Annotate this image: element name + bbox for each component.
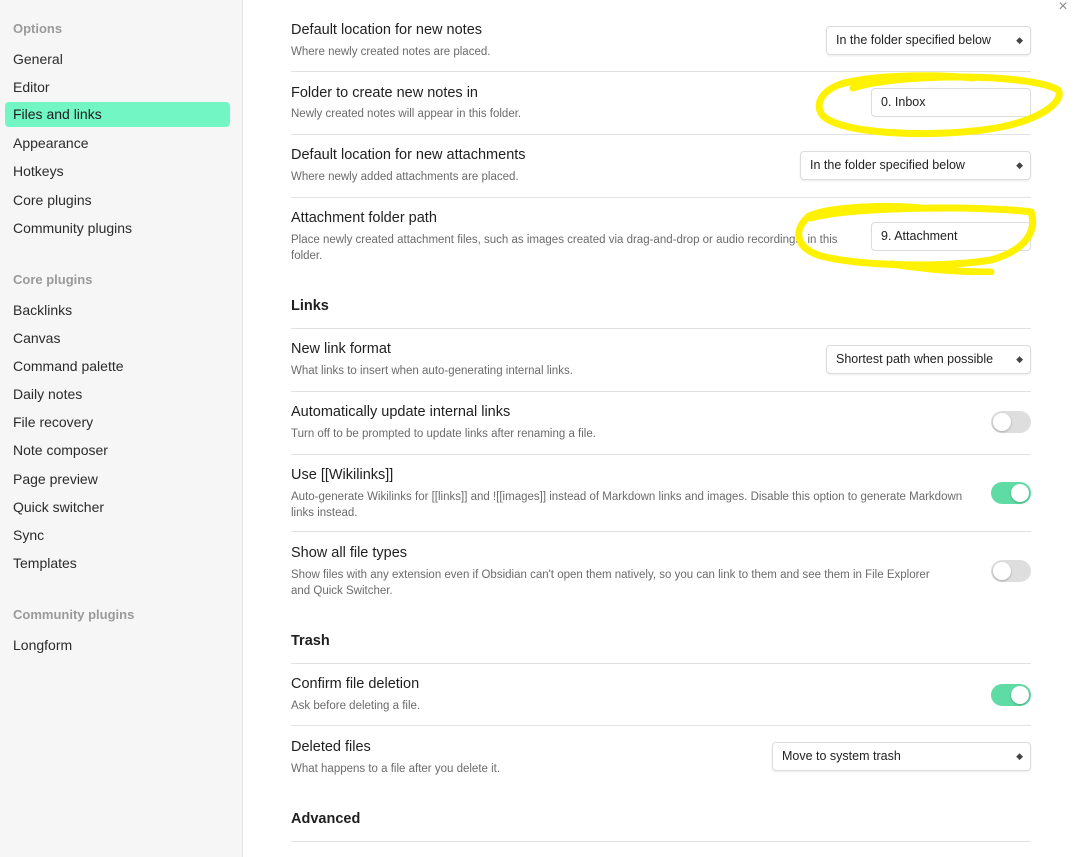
sidebar-item-file-recovery[interactable]: File recovery (5, 410, 230, 435)
setting-title: Default location for new attachments (291, 147, 526, 163)
settings-content: × Default location for new notes Where n… (243, 0, 1075, 857)
toggle-knob (1011, 484, 1029, 502)
setting-description: Where newly added attachments are placed… (291, 171, 519, 183)
sidebar-item-core-plugins[interactable]: Core plugins (5, 188, 230, 213)
setting-deleted-files: Deleted files What happens to a file aft… (291, 726, 1031, 788)
sidebar-item-note-composer[interactable]: Note composer (5, 438, 230, 463)
core-plugins-group-title: Core plugins (13, 272, 93, 287)
setting-title: Use [[Wikilinks]] (291, 467, 394, 483)
setting-title: Default location for new notes (291, 22, 483, 38)
setting-attachment-location: Default location for new attachments Whe… (291, 135, 1031, 198)
show-all-file-types-toggle[interactable] (991, 560, 1031, 582)
setting-description: Where newly created notes are placed. (291, 46, 491, 58)
close-icon[interactable]: × (1055, 0, 1071, 16)
setting-new-note-folder: Folder to create new notes in Newly crea… (291, 72, 1031, 135)
toggle-knob (993, 562, 1011, 580)
deleted-files-dropdown[interactable]: Move to system trash ◆ (772, 742, 1031, 771)
sidebar-item-backlinks[interactable]: Backlinks (5, 298, 230, 323)
sidebar-item-daily-notes[interactable]: Daily notes (5, 382, 230, 407)
links-heading: Links (291, 298, 329, 314)
auto-update-links-toggle[interactable] (991, 411, 1031, 433)
setting-description: What happens to a file after you delete … (291, 763, 501, 775)
setting-show-all-file-types: Show all file types Show files with any … (291, 532, 1031, 612)
setting-title: Show all file types (291, 545, 408, 561)
sidebar-item-community-plugins[interactable]: Community plugins (5, 216, 230, 241)
setting-auto-update-links: Automatically update internal links Turn… (291, 392, 1031, 455)
sidebar-item-hotkeys[interactable]: Hotkeys (5, 159, 230, 184)
new-note-folder-input[interactable]: 0. Inbox (871, 88, 1031, 117)
dropdown-value: In the folder specified below (836, 33, 991, 47)
trash-heading: Trash (291, 633, 330, 649)
advanced-heading: Advanced (291, 811, 361, 827)
setting-description: Turn off to be prompted to update links … (291, 428, 596, 440)
dropdown-value: Move to system trash (782, 749, 901, 763)
setting-description: Newly created notes will appear in this … (291, 108, 522, 120)
dropdown-value: Shortest path when possible (836, 352, 994, 366)
setting-description: What links to insert when auto-generatin… (291, 365, 573, 377)
options-group-title: Options (13, 21, 63, 36)
sidebar-item-appearance[interactable]: Appearance (5, 131, 230, 156)
sidebar-item-page-preview[interactable]: Page preview (5, 467, 230, 492)
chevron-updown-icon: ◆ (1016, 35, 1023, 45)
sidebar-item-general[interactable]: General (5, 47, 230, 72)
chevron-updown-icon: ◆ (1016, 160, 1023, 170)
sidebar-item-canvas[interactable]: Canvas (5, 326, 230, 351)
new-link-format-dropdown[interactable]: Shortest path when possible ◆ (826, 345, 1031, 374)
setting-use-wikilinks: Use [[Wikilinks]] Auto-generate Wikilink… (291, 455, 1031, 532)
setting-title: Attachment folder path (291, 210, 437, 226)
attachment-location-dropdown[interactable]: In the folder specified below ◆ (800, 151, 1031, 180)
toggle-knob (1011, 686, 1029, 704)
sidebar-item-editor[interactable]: Editor (5, 75, 230, 100)
setting-title: New link format (291, 341, 391, 357)
setting-description: Show files with any extension even if Ob… (291, 569, 930, 597)
dropdown-value: In the folder specified below (810, 158, 965, 172)
sidebar-item-sync[interactable]: Sync (5, 523, 230, 548)
wikilinks-toggle[interactable] (991, 482, 1031, 504)
attachment-folder-input[interactable]: 9. Attachment (871, 222, 1031, 251)
chevron-updown-icon: ◆ (1016, 354, 1023, 364)
sidebar-item-templates[interactable]: Templates (5, 551, 230, 576)
setting-description: Ask before deleting a file. (291, 700, 421, 712)
sidebar-item-command-palette[interactable]: Command palette (5, 354, 230, 379)
sidebar-item-longform[interactable]: Longform (5, 633, 230, 658)
setting-title: Confirm file deletion (291, 676, 420, 692)
chevron-updown-icon: ◆ (1016, 751, 1023, 761)
sidebar-item-files-and-links[interactable]: Files and links (5, 102, 230, 127)
confirm-deletion-toggle[interactable] (991, 684, 1031, 706)
community-plugins-group-title: Community plugins (13, 607, 135, 622)
setting-title: Folder to create new notes in (291, 85, 478, 101)
setting-title: Automatically update internal links (291, 404, 511, 420)
divider (291, 841, 1031, 842)
setting-description: Place newly created attachment files, su… (291, 234, 838, 262)
setting-description: Auto-generate Wikilinks for [[links]] an… (291, 491, 963, 519)
settings-sidebar: Options General Editor Files and links A… (0, 0, 243, 857)
setting-confirm-deletion: Confirm file deletion Ask before deletin… (291, 664, 1031, 726)
setting-attachment-folder: Attachment folder path Place newly creat… (291, 198, 1031, 278)
new-note-location-dropdown[interactable]: In the folder specified below ◆ (826, 26, 1031, 55)
setting-title: Deleted files (291, 739, 371, 755)
toggle-knob (993, 413, 1011, 431)
sidebar-item-quick-switcher[interactable]: Quick switcher (5, 495, 230, 520)
setting-new-note-location: Default location for new notes Where new… (291, 0, 1031, 72)
setting-new-link-format: New link format What links to insert whe… (291, 329, 1031, 392)
